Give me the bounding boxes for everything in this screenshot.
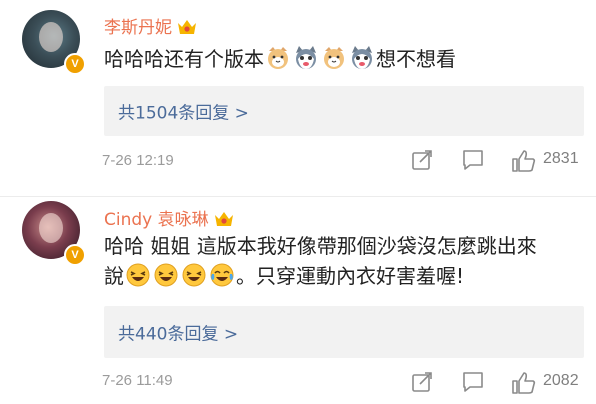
avatar-face xyxy=(39,213,63,243)
thumbs-up-icon[interactable] xyxy=(511,149,537,173)
comment-text-part: 說 xyxy=(104,264,124,288)
comment-actions: 2831 xyxy=(0,147,596,173)
cat-face-emoji-icon xyxy=(324,47,344,69)
comment-icon[interactable] xyxy=(462,149,484,171)
comment-text-line: 說 。只穿運動內衣好害羞喔! xyxy=(104,261,584,291)
verified-badge-icon: V xyxy=(64,244,86,266)
share-icon[interactable] xyxy=(411,371,433,393)
username-link[interactable]: 李斯丹妮 xyxy=(104,13,198,38)
laughing-emoji-icon xyxy=(182,263,206,287)
husky-emoji-icon xyxy=(296,46,316,69)
comment-actions: 2082 xyxy=(0,369,596,395)
comment-text: 哈哈 姐姐 這版本我好像帶那個沙袋沒怎麼跳出來 說 。只穿運動內衣好害羞喔! xyxy=(104,231,584,291)
comment-text-part: 。只穿運動內衣好害羞喔! xyxy=(236,264,465,288)
comment-item: V Cindy 袁咏琳 哈哈 姐姐 這版本我好像帶那個沙袋沒怎麼跳出來 說 。只穿… xyxy=(0,197,596,404)
share-icon[interactable] xyxy=(411,149,433,171)
husky-emoji-icon xyxy=(352,46,372,69)
comment-text-part: 想不想看 xyxy=(376,47,456,71)
cat-face-emoji-icon xyxy=(268,47,288,69)
username-text: Cindy 袁咏琳 xyxy=(104,210,209,230)
comment-item: V 李斯丹妮 哈哈哈还有个版本 想不想看 共1504条回复 > 7-26 12:1… xyxy=(0,0,596,197)
vip-crown-icon xyxy=(178,19,196,34)
comment-text-part: 哈哈哈还有个版本 xyxy=(104,47,264,71)
verified-badge-icon: V xyxy=(64,53,86,75)
comment-text: 哈哈哈还有个版本 想不想看 xyxy=(104,44,584,74)
replies-link[interactable]: 共440条回复 > xyxy=(118,320,238,345)
replies-link[interactable]: 共1504条回复 > xyxy=(118,99,249,124)
username-text: 李斯丹妮 xyxy=(104,18,172,38)
avatar-face xyxy=(39,22,63,52)
comment-text-line: 哈哈 姐姐 這版本我好像帶那個沙袋沒怎麼跳出來 xyxy=(104,234,537,258)
replies-box[interactable]: 共440条回复 > xyxy=(104,306,584,358)
laughing-emoji-icon xyxy=(126,263,150,287)
comment-icon[interactable] xyxy=(462,371,484,393)
replies-box[interactable]: 共1504条回复 > xyxy=(104,86,584,136)
tears-of-joy-emoji-icon xyxy=(210,263,234,287)
thumbs-up-icon[interactable] xyxy=(511,371,537,395)
vip-crown-icon xyxy=(214,211,233,226)
laughing-emoji-icon xyxy=(154,263,178,287)
like-count: 2082 xyxy=(543,372,579,389)
username-link[interactable]: Cindy 袁咏琳 xyxy=(104,205,235,230)
like-count: 2831 xyxy=(543,150,579,167)
